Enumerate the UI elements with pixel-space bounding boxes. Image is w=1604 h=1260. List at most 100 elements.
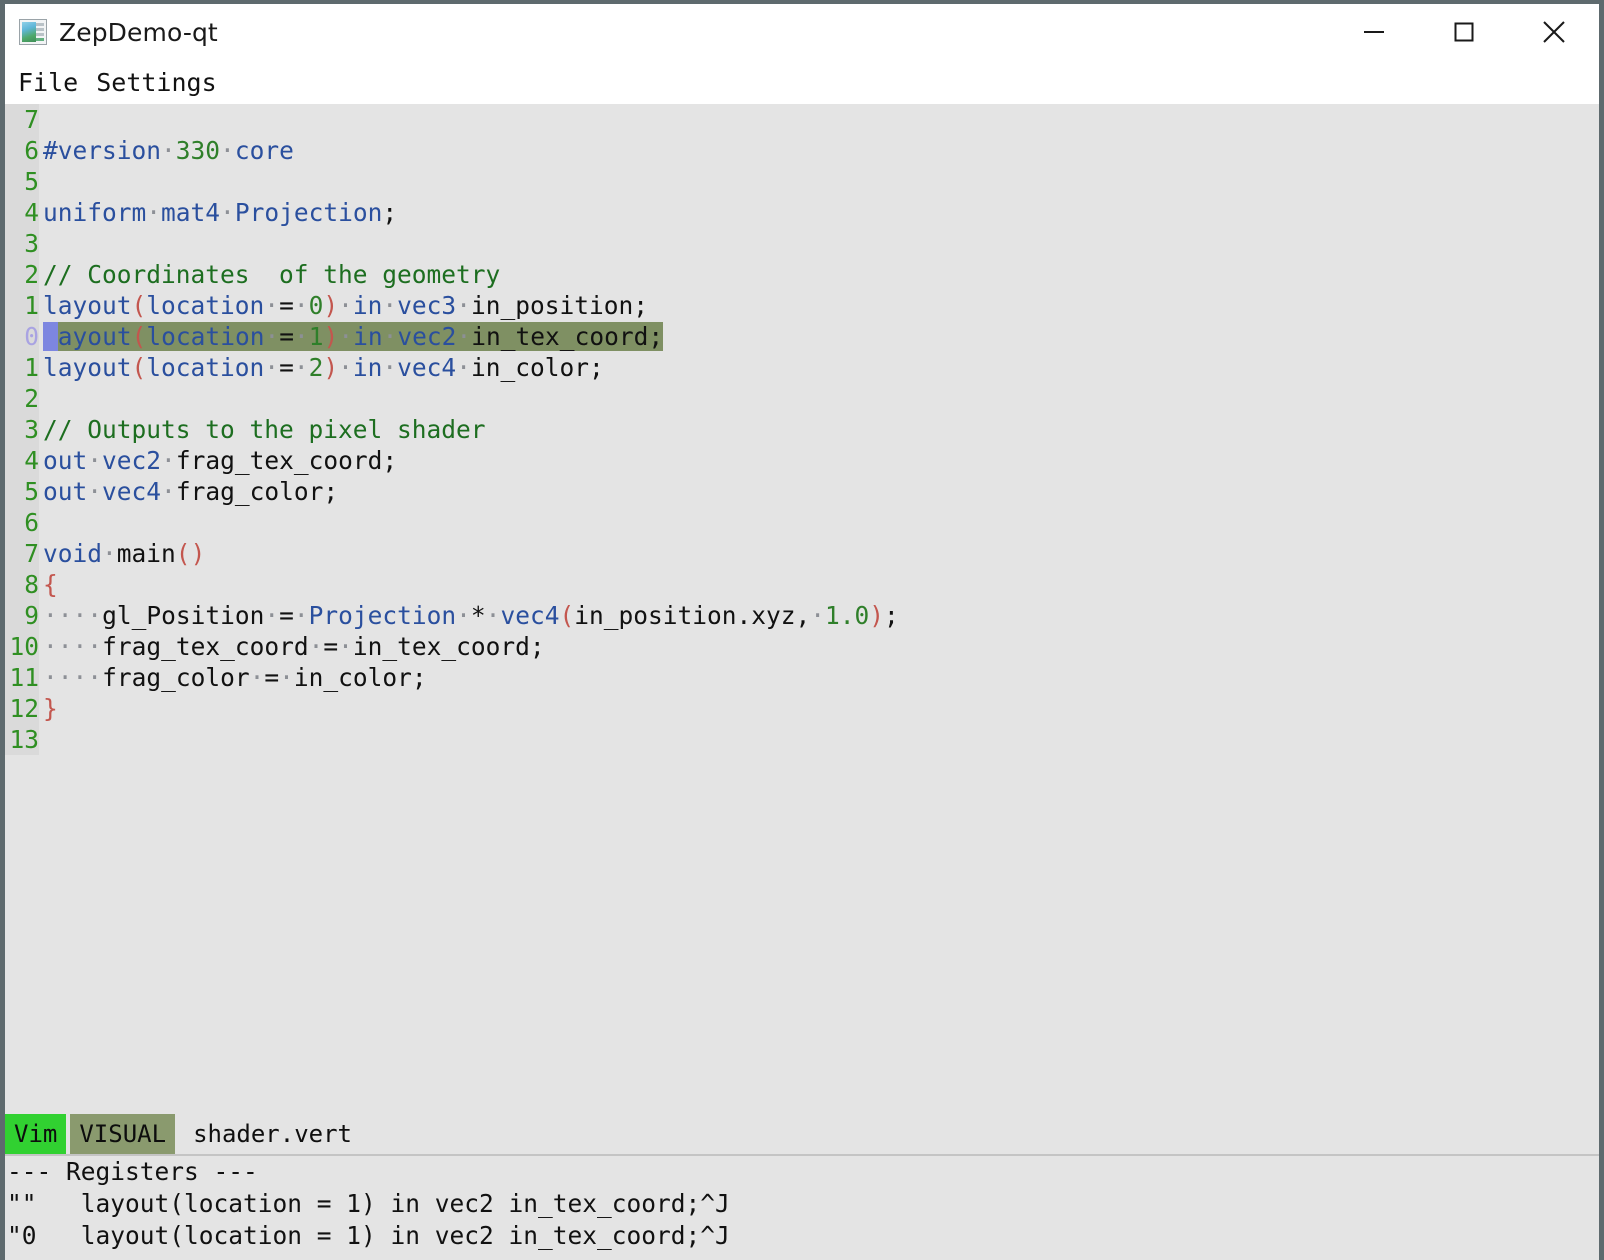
code-line[interactable]: 5 xyxy=(5,166,1599,197)
code-text[interactable]: out·vec4·frag_color; xyxy=(39,476,338,507)
line-number: 5 xyxy=(5,166,39,197)
code-text[interactable]: uniform·mat4·Projection; xyxy=(39,197,397,228)
code-token: n xyxy=(367,322,383,351)
code-text[interactable]: // Outputs to the pixel shader xyxy=(39,414,486,445)
code-token: ; xyxy=(382,198,398,227)
code-token: · xyxy=(87,446,103,475)
code-token: _ xyxy=(559,322,575,351)
code-token: ; xyxy=(529,632,545,661)
code-text[interactable]: ····gl_Position·=·Projection·*·vec4(in_p… xyxy=(39,600,899,631)
code-line[interactable]: 13 xyxy=(5,724,1599,755)
code-token: l xyxy=(146,322,162,351)
maximize-button[interactable] xyxy=(1419,4,1509,60)
code-text[interactable]: ····frag_tex_coord·=·in_tex_coord; xyxy=(39,631,545,662)
menu-item-file[interactable]: File xyxy=(16,68,80,97)
code-token: 1 xyxy=(308,322,324,351)
text-editor[interactable]: 7 6 #version·330·core 5 4 uniform·mat4·Projec… xyxy=(5,104,1599,1114)
line-number: 12 xyxy=(5,693,39,724)
code-line[interactable]: 3 xyxy=(5,228,1599,259)
code-text[interactable]: layout(location·=·1)·in·vec2·in_tex_coor… xyxy=(39,321,664,352)
code-line[interactable]: 1 layout(location·=·0)·in·vec3·in_positio… xyxy=(5,290,1599,321)
code-token: · xyxy=(87,632,103,661)
line-number: 10 xyxy=(5,631,39,662)
code-text[interactable]: void·main() xyxy=(39,538,205,569)
code-token: 0 xyxy=(308,291,324,320)
code-token: o xyxy=(87,322,103,351)
code-token: vec4 xyxy=(500,601,560,630)
code-token: c xyxy=(574,322,590,351)
code-token: vec4 xyxy=(102,477,162,506)
code-token: · xyxy=(456,322,472,351)
code-token: u xyxy=(102,322,117,351)
code-text[interactable]: #version·330·core xyxy=(39,135,294,166)
code-token: 2 xyxy=(308,353,324,382)
line-number: 4 xyxy=(5,197,39,228)
code-line[interactable]: 9 ····gl_Position·=·Projection·*·vec4(in_… xyxy=(5,600,1599,631)
code-text[interactable]: // Coordinates of the geometry xyxy=(39,259,500,290)
code-token: x xyxy=(545,322,560,351)
code-token: c xyxy=(426,322,442,351)
code-token: d xyxy=(633,322,649,351)
code-text[interactable]: layout(location·=·0)·in·vec3·in_position… xyxy=(39,290,648,321)
code-token: · xyxy=(338,291,353,320)
code-line[interactable]: 3// Outputs to the pixel shader xyxy=(5,414,1599,445)
minimize-button[interactable] xyxy=(1329,4,1419,60)
code-text[interactable]: layout(location·=·2)·in·vec4·in_color; xyxy=(39,352,604,383)
code-line[interactable]: 12} xyxy=(5,693,1599,724)
code-token: t xyxy=(205,322,221,351)
code-text[interactable]: } xyxy=(39,693,58,724)
code-token: vec2 xyxy=(102,446,162,475)
code-line[interactable]: 4 out·vec2·frag_tex_coord; xyxy=(5,445,1599,476)
code-line[interactable]: 11 ····frag_color·=·in_color; xyxy=(5,662,1599,693)
code-token: · xyxy=(161,446,176,475)
code-token: frag_tex_coord xyxy=(102,632,309,661)
line-number: 5 xyxy=(5,476,39,507)
code-line[interactable]: 7 void·main() xyxy=(5,538,1599,569)
menu-item-settings[interactable]: Settings xyxy=(94,68,218,97)
code-text[interactable]: { xyxy=(39,569,58,600)
code-lines-container[interactable]: 7 6 #version·330·core 5 4 uniform·mat4·Projec… xyxy=(5,104,1599,1114)
code-token: · xyxy=(382,322,398,351)
line-number: 2 xyxy=(5,259,39,290)
code-token: ; xyxy=(323,477,339,506)
code-token: · xyxy=(382,291,398,320)
window-controls xyxy=(1329,4,1599,60)
code-token: · xyxy=(338,632,353,661)
line-number: 7 xyxy=(5,104,39,135)
code-token: uniform xyxy=(43,198,147,227)
close-button[interactable] xyxy=(1509,4,1599,60)
code-token: ( xyxy=(131,353,147,382)
code-token: · xyxy=(264,353,280,382)
code-line[interactable]: 2 xyxy=(5,383,1599,414)
register-name: "" xyxy=(7,1189,37,1218)
line-number: 3 xyxy=(5,414,39,445)
status-badge-mode: VISUAL xyxy=(70,1114,176,1154)
code-token: · xyxy=(338,322,354,351)
code-line[interactable]: 4 uniform·mat4·Projection; xyxy=(5,197,1599,228)
line-number: 6 xyxy=(5,507,39,538)
code-line[interactable]: 8{ xyxy=(5,569,1599,600)
code-token: · xyxy=(146,198,162,227)
code-text[interactable]: out·vec2·frag_tex_coord; xyxy=(39,445,397,476)
code-line[interactable]: 7 xyxy=(5,104,1599,135)
code-token: · xyxy=(485,601,501,630)
maximize-icon xyxy=(1453,21,1475,43)
code-line[interactable]: 1 layout(location·=·2)·in·vec4·in_color; xyxy=(5,352,1599,383)
code-line[interactable]: 2// Coordinates of the geometry xyxy=(5,259,1599,290)
code-token: · xyxy=(102,539,117,568)
code-token: · xyxy=(220,198,235,227)
code-line[interactable]: 5 out·vec4·frag_color; xyxy=(5,476,1599,507)
code-line[interactable]: 0layout(location·=·1)·in·vec2·in_tex_coo… xyxy=(5,321,1599,352)
code-line[interactable]: 6 xyxy=(5,507,1599,538)
code-line[interactable]: 6 #version·330·core xyxy=(5,135,1599,166)
code-token: ; xyxy=(411,663,427,692)
code-text[interactable]: ····frag_color·=·in_color; xyxy=(39,662,427,693)
status-filename: shader.vert xyxy=(193,1120,353,1148)
code-token: o xyxy=(161,322,176,351)
code-token: location xyxy=(146,353,265,382)
code-line[interactable]: 10 ····frag_tex_coord·=·in_tex_coord; xyxy=(5,631,1599,662)
code-token: void xyxy=(43,539,103,568)
code-token: * xyxy=(470,601,486,630)
code-token: · xyxy=(72,632,88,661)
code-token: · xyxy=(264,291,280,320)
